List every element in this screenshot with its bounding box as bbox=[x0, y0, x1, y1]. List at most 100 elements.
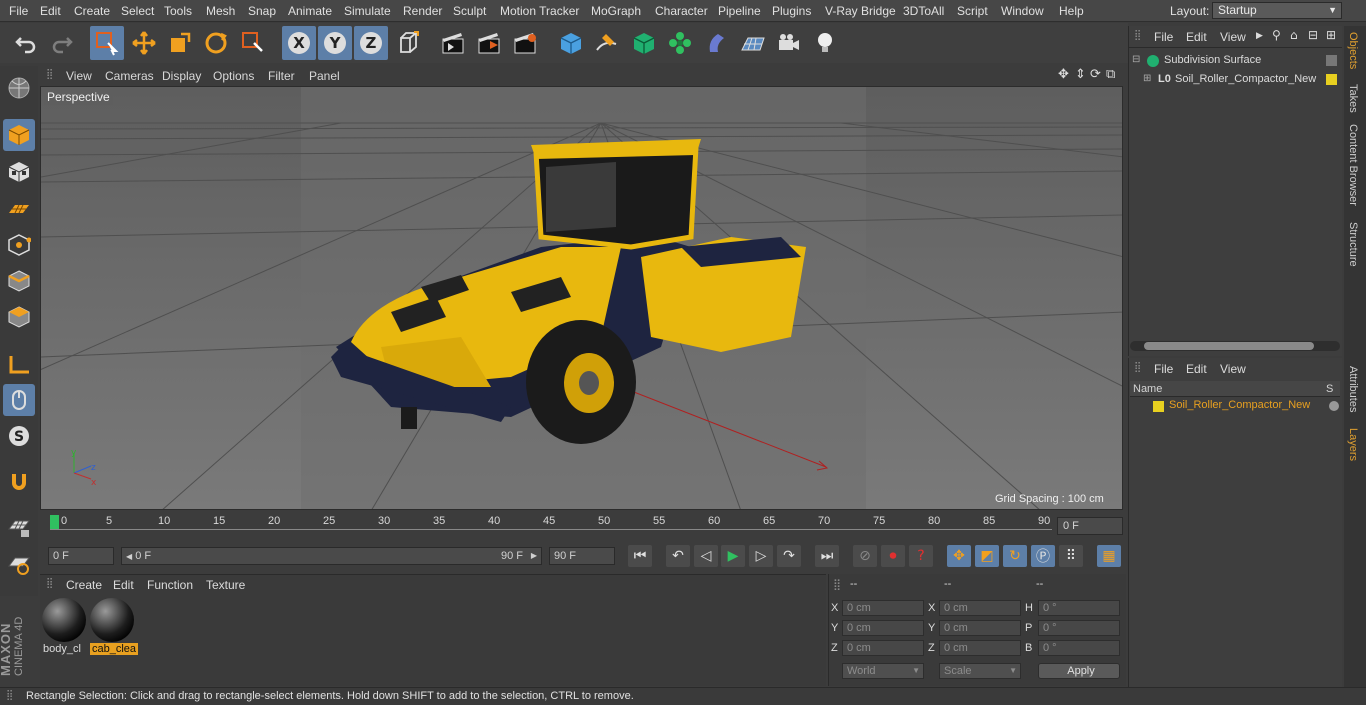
render-to-picture-viewer-button[interactable] bbox=[472, 26, 506, 60]
object-row-soil-roller[interactable]: ⊞ L0 Soil_Roller_Compactor_New bbox=[1131, 73, 1339, 89]
material-menu-edit[interactable]: Edit bbox=[113, 578, 134, 592]
pan-view-icon[interactable]: ✥ bbox=[1058, 67, 1069, 82]
expand-icon[interactable]: ⊞ bbox=[1143, 73, 1151, 84]
start-frame-field[interactable]: 0 F bbox=[48, 547, 114, 565]
tab-attributes[interactable]: Attributes bbox=[1347, 366, 1359, 412]
view-toggle-icon[interactable]: ⊟ bbox=[1308, 28, 1318, 42]
apply-button[interactable]: Apply bbox=[1038, 663, 1120, 679]
drag-handle-icon[interactable]: ⣿ bbox=[1134, 30, 1141, 41]
next-key-button[interactable]: ↷ bbox=[777, 545, 801, 567]
menu-snap[interactable]: Snap bbox=[248, 4, 276, 18]
make-editable-button[interactable] bbox=[3, 72, 35, 104]
layers-menu-edit[interactable]: Edit bbox=[1186, 362, 1207, 376]
viewport-menu-panel[interactable]: Panel bbox=[309, 69, 340, 83]
menu-create[interactable]: Create bbox=[74, 4, 110, 18]
menu-simulate[interactable]: Simulate bbox=[344, 4, 391, 18]
drag-handle-icon[interactable]: ⣿ bbox=[46, 578, 53, 589]
viewport-3d[interactable]: y zx bbox=[40, 86, 1123, 510]
menu-character[interactable]: Character bbox=[655, 4, 708, 18]
size-mode-select[interactable]: Scale ▼ bbox=[939, 663, 1021, 679]
objects-menu-view[interactable]: View bbox=[1220, 30, 1246, 44]
drag-handle-icon[interactable]: ⣿ bbox=[1134, 362, 1141, 373]
home-icon[interactable]: ⌂ bbox=[1290, 28, 1298, 42]
axis-mode-button[interactable] bbox=[3, 348, 35, 380]
menu-file[interactable]: File bbox=[9, 4, 28, 18]
viewport-menu-display[interactable]: Display bbox=[162, 69, 201, 83]
menu-3dtoall[interactable]: 3DToAll bbox=[903, 4, 944, 18]
viewport-menu-options[interactable]: Options bbox=[213, 69, 254, 83]
key-pla-button[interactable]: ⠿ bbox=[1059, 545, 1083, 567]
material-menu-create[interactable]: Create bbox=[66, 578, 102, 592]
rotation-p-field[interactable]: 0 ° bbox=[1038, 620, 1120, 636]
z-axis-lock-button[interactable]: Z bbox=[354, 26, 388, 60]
end-frame-field[interactable]: 90 F bbox=[549, 547, 615, 565]
menu-tools[interactable]: Tools bbox=[164, 4, 192, 18]
key-position-button[interactable]: ✥ bbox=[947, 545, 971, 567]
previous-frame-button[interactable]: ◁ bbox=[694, 545, 718, 567]
model-mode-button[interactable] bbox=[3, 119, 35, 151]
subdivision-surface-button[interactable] bbox=[627, 26, 661, 60]
expand-icon[interactable]: ⊟ bbox=[1132, 54, 1140, 65]
record-active-objects-button[interactable]: ⊘ bbox=[853, 545, 877, 567]
camera-button[interactable] bbox=[772, 26, 806, 60]
next-frame-button[interactable]: ▷ bbox=[749, 545, 773, 567]
key-rotation-button[interactable]: ↻ bbox=[1003, 545, 1027, 567]
play-button[interactable]: ▶ bbox=[721, 545, 745, 567]
position-x-field[interactable]: 0 cm bbox=[842, 600, 924, 616]
layer-row[interactable]: Soil_Roller_Compactor_New bbox=[1131, 399, 1339, 415]
current-frame-field[interactable]: 0 F bbox=[1057, 517, 1123, 535]
viewport-menu-view[interactable]: View bbox=[66, 69, 92, 83]
enable-snap-button[interactable] bbox=[3, 466, 35, 498]
rectangle-selection-button[interactable] bbox=[90, 26, 124, 60]
menu-pipeline[interactable]: Pipeline bbox=[718, 4, 761, 18]
menu-help[interactable]: Help bbox=[1059, 4, 1084, 18]
rotation-b-field[interactable]: 0 ° bbox=[1038, 640, 1120, 656]
floor-button[interactable] bbox=[736, 26, 770, 60]
tab-structure[interactable]: Structure bbox=[1347, 222, 1359, 267]
more-arrow-icon[interactable]: ▶ bbox=[1256, 30, 1263, 41]
material-menu-texture[interactable]: Texture bbox=[206, 578, 245, 592]
move-tool-button[interactable] bbox=[127, 26, 161, 60]
coordinate-space-select[interactable]: World ▼ bbox=[842, 663, 924, 679]
menu-plugins[interactable]: Plugins bbox=[772, 4, 811, 18]
drag-handle-icon[interactable]: ⣿ bbox=[833, 578, 841, 591]
menu-mograph[interactable]: MoGraph bbox=[591, 4, 641, 18]
playhead[interactable] bbox=[50, 515, 59, 529]
points-mode-button[interactable] bbox=[3, 229, 35, 261]
y-axis-lock-button[interactable]: Y bbox=[318, 26, 352, 60]
menu-animate[interactable]: Animate bbox=[288, 4, 332, 18]
objects-menu-edit[interactable]: Edit bbox=[1186, 30, 1207, 44]
cube-object-button[interactable] bbox=[554, 26, 588, 60]
frame-range-slider[interactable]: ◀ 0 F 90 F ▶ bbox=[121, 547, 542, 565]
coordinate-system-button[interactable] bbox=[392, 26, 426, 60]
size-z-field[interactable]: 0 cm bbox=[939, 640, 1021, 656]
live-selection-button[interactable] bbox=[236, 26, 270, 60]
material-menu-function[interactable]: Function bbox=[147, 578, 193, 592]
planar-workplane-button[interactable] bbox=[3, 548, 35, 580]
key-parameter-button[interactable]: Ⓟ bbox=[1031, 545, 1055, 567]
layer-color-swatch[interactable] bbox=[1153, 401, 1164, 412]
light-button[interactable] bbox=[808, 26, 842, 60]
redo-button[interactable] bbox=[45, 26, 79, 60]
material-swatch-cab[interactable] bbox=[90, 598, 134, 642]
go-to-end-button[interactable]: ⏭ bbox=[815, 545, 839, 567]
solo-toggle-icon[interactable] bbox=[1329, 401, 1339, 411]
timeline-window-button[interactable]: ▦ bbox=[1097, 545, 1121, 567]
viewport-menu-filter[interactable]: Filter bbox=[268, 69, 295, 83]
objects-horizontal-scrollbar[interactable] bbox=[1130, 341, 1340, 351]
menu-render[interactable]: Render bbox=[403, 4, 442, 18]
key-scale-button[interactable]: ◩ bbox=[975, 545, 999, 567]
menu-window[interactable]: Window bbox=[1001, 4, 1044, 18]
polygons-mode-button[interactable] bbox=[3, 301, 35, 333]
menu-select[interactable]: Select bbox=[121, 4, 154, 18]
workplane-mode-button[interactable] bbox=[3, 193, 35, 225]
objects-menu-file[interactable]: File bbox=[1154, 30, 1173, 44]
cloner-button[interactable] bbox=[663, 26, 697, 60]
tab-content-browser[interactable]: Content Browser bbox=[1347, 124, 1359, 206]
new-window-icon[interactable]: ⊞ bbox=[1326, 28, 1336, 42]
snap-button[interactable]: S bbox=[3, 420, 35, 452]
drag-handle-icon[interactable]: ⣿ bbox=[46, 69, 53, 80]
rotate-tool-button[interactable] bbox=[199, 26, 233, 60]
menu-vray-bridge[interactable]: V-Ray Bridge bbox=[825, 4, 896, 18]
menu-mesh[interactable]: Mesh bbox=[206, 4, 235, 18]
